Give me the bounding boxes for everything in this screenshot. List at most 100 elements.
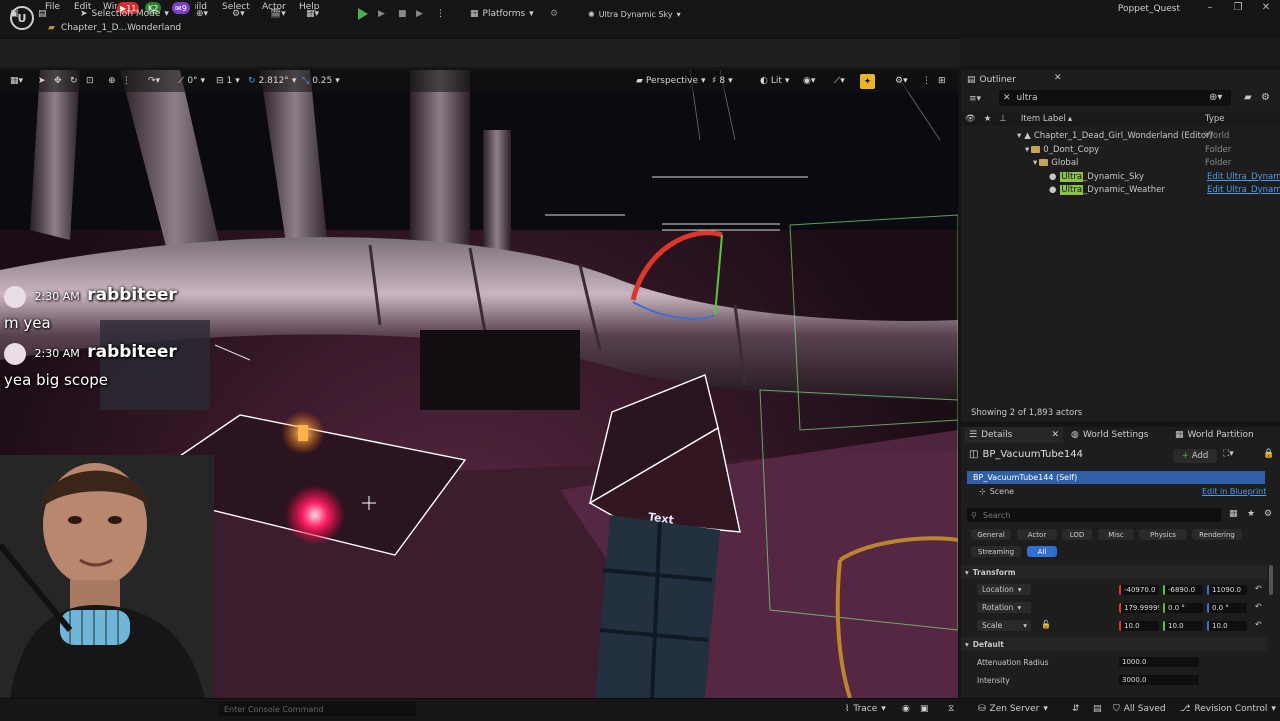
tab-world-settings[interactable]: ◍ World Settings (1071, 427, 1148, 443)
settings-icon[interactable]: ⚙ (550, 5, 558, 23)
play-button[interactable] (358, 5, 368, 23)
grid-snap-icon[interactable]: ↷▾ (148, 74, 160, 88)
sort-up-icon[interactable]: ▴ (1068, 114, 1072, 124)
location-z-field[interactable]: 11090.0 (1207, 585, 1247, 595)
clear-search-icon[interactable]: ✕ (1003, 93, 1011, 103)
performance-icon[interactable]: ⟋▾ (834, 74, 845, 88)
visibility-icon[interactable]: 👁 (965, 114, 976, 124)
rotation-dropdown[interactable]: Rotation ▾ (977, 602, 1031, 613)
play-mode-icon[interactable]: ▶ (378, 5, 385, 23)
scale-x-field[interactable]: 10.0 (1119, 621, 1159, 631)
more-options-icon[interactable]: ⋮ (436, 5, 445, 23)
outliner-row[interactable]: ● Ultra_Dynamic_Sky Edit Ultra_Dynamic (961, 170, 1280, 183)
expand-arrow-icon[interactable]: ▾ (1017, 131, 1021, 141)
folder-add-icon[interactable]: ▰ (1244, 92, 1252, 103)
rotation-x-field[interactable]: 179.99999 (1119, 603, 1159, 613)
camera-capture-icon[interactable]: ▣ (920, 704, 929, 714)
rotation-z-field[interactable]: 0.0 ° (1207, 603, 1247, 613)
rotate-tool-icon[interactable]: ↻ (70, 74, 78, 88)
tab-outliner[interactable]: ▤ Outliner (967, 72, 1016, 88)
minimize-icon[interactable]: – (1200, 2, 1220, 13)
viewport-settings-icon[interactable]: ⚙▾ (895, 74, 908, 88)
rotation-y-field[interactable]: 0.0 ° (1163, 603, 1203, 613)
close-window-icon[interactable]: ✕ (1256, 2, 1276, 13)
component-scene-row[interactable]: ⊹ Scene (979, 487, 1014, 496)
table-view-icon[interactable]: ▦ (1229, 509, 1238, 519)
menu-file[interactable]: File (45, 2, 60, 12)
camera-speed-toggle[interactable]: ⤡ 0.25 ▾ (302, 74, 340, 88)
maximize-icon[interactable]: ❐ (1228, 2, 1248, 13)
reset-location-icon[interactable]: ↶ (1255, 584, 1262, 593)
outliner-search-input[interactable]: ✕ ultra (999, 90, 1231, 106)
col-item-label[interactable]: Item Label (1021, 114, 1066, 124)
source-control-icon[interactable]: ⇵ (1072, 704, 1080, 714)
derived-data-icon[interactable]: ⧖ (948, 704, 954, 714)
edit-in-blueprint-link[interactable]: Edit in Blueprint (1202, 487, 1266, 496)
transform-section-header[interactable]: ▾ Transform (961, 565, 1267, 579)
details-search-input[interactable]: ⚲ Search (967, 508, 1221, 522)
close-icon[interactable]: ✕ (1051, 430, 1059, 440)
location-y-field[interactable]: -6890.0 (1163, 585, 1203, 595)
viewport-more-icon[interactable]: ⋮ (922, 74, 931, 88)
surface-snap-icon[interactable]: ⋮ (122, 74, 131, 88)
component-self-row[interactable]: BP_VacuumTube144 (Self) (967, 471, 1265, 484)
show-flags-icon[interactable]: ◉▾ (803, 74, 815, 88)
expand-arrow-icon[interactable]: ▾ (1033, 158, 1037, 168)
favorite-icon[interactable]: ★ (1247, 509, 1255, 519)
attenuation-field[interactable]: 1000.0 (1119, 657, 1199, 667)
filter-lod[interactable]: LOD (1062, 529, 1092, 540)
select-tool-icon[interactable]: ➤ (38, 74, 46, 88)
sky-dropdown[interactable]: ✺ Ultra Dynamic Sky ▾ (588, 5, 681, 23)
scale-tool-icon[interactable]: ⊡ (86, 74, 94, 88)
scale-y-field[interactable]: 10.0 (1163, 621, 1203, 631)
reset-rotation-icon[interactable]: ↶ (1255, 602, 1262, 611)
lit-dropdown[interactable]: ◐ Lit ▾ (760, 74, 789, 88)
filter-rendering[interactable]: Rendering (1192, 529, 1242, 540)
realtime-toggle-icon[interactable]: ✦ (860, 74, 875, 89)
lock-icon[interactable]: ⊥ (999, 114, 1006, 124)
angle-snap-toggle[interactable]: ↻ 2.812° ▾ (248, 74, 296, 88)
revision-control-dropdown[interactable]: ⎇ Revision Control ▾ (1180, 704, 1276, 714)
fov-dropdown[interactable]: ♯ 8 ▾ (712, 74, 733, 88)
details-settings-icon[interactable]: ⚙ (1264, 509, 1272, 519)
platforms-dropdown[interactable]: ▦ Platforms ▾ (470, 5, 534, 23)
expand-arrow-icon[interactable]: ▾ (1025, 145, 1029, 155)
notifications-icon[interactable]: ▤ (1093, 704, 1102, 714)
location-dropdown[interactable]: Location ▾ (977, 584, 1031, 595)
add-filter-icon[interactable]: ⊕▾ (1209, 92, 1222, 103)
close-icon[interactable]: ✕ (1054, 73, 1062, 83)
details-scrollbar[interactable] (1269, 565, 1273, 595)
reset-scale-icon[interactable]: ↶ (1255, 620, 1262, 629)
tab-details[interactable]: ☰ Details ✕ (965, 427, 1063, 443)
zen-server-dropdown[interactable]: ⛁ Zen Server ▾ (978, 704, 1048, 714)
save-icon[interactable]: ▣ (10, 5, 19, 23)
add-content-icon[interactable]: ⊕▾ (196, 5, 208, 23)
filter-actor[interactable]: Actor (1017, 529, 1057, 540)
outliner-row[interactable]: ▾ ▲ Chapter_1_Dead_Girl_Wonderland (Edit… (961, 129, 1280, 142)
world-space-icon[interactable]: ⊕ (108, 74, 116, 88)
console-input[interactable]: Enter Console Command (218, 702, 416, 716)
outliner-row[interactable]: ● Ultra_Dynamic_Weather Edit Ultra_Dynam… (961, 183, 1280, 196)
eject-icon[interactable]: ▶ (416, 5, 423, 23)
filter-general[interactable]: General (971, 529, 1011, 540)
edit-blueprint-link[interactable]: Edit Ultra_Dynamic (1207, 185, 1280, 195)
build-icon[interactable]: ▦▾ (306, 5, 319, 23)
cinematics-icon[interactable]: 🎬▾ (270, 5, 286, 23)
filter-misc[interactable]: Misc (1098, 529, 1134, 540)
scale-snap-toggle[interactable]: ⊟ 1 ▾ (216, 74, 240, 88)
outliner-row[interactable]: ▾ 0_Dont_Copy Folder (961, 143, 1280, 156)
add-component-button[interactable]: + Add (1173, 449, 1217, 463)
blueprint-icon[interactable]: ⚙▾ (232, 5, 245, 23)
content-browser-icon[interactable]: ▤ (38, 5, 47, 23)
default-section-header[interactable]: ▾ Default (961, 637, 1267, 651)
filter-all[interactable]: All (1027, 546, 1057, 557)
col-type[interactable]: Type (1205, 114, 1225, 124)
rotation-snap-toggle[interactable]: ⟋ 0° ▾ (178, 74, 205, 88)
move-tool-icon[interactable]: ✥ (54, 74, 62, 88)
scale-z-field[interactable]: 10.0 (1207, 621, 1247, 631)
record-icon[interactable]: ◉ (902, 704, 910, 714)
trace-dropdown[interactable]: ⌇ Trace ▾ (845, 704, 886, 714)
stop-icon[interactable]: ■ (398, 5, 407, 23)
scale-lock-icon[interactable]: 🔓 (1041, 620, 1051, 629)
filter-icon[interactable]: ≡▾ (969, 94, 981, 104)
